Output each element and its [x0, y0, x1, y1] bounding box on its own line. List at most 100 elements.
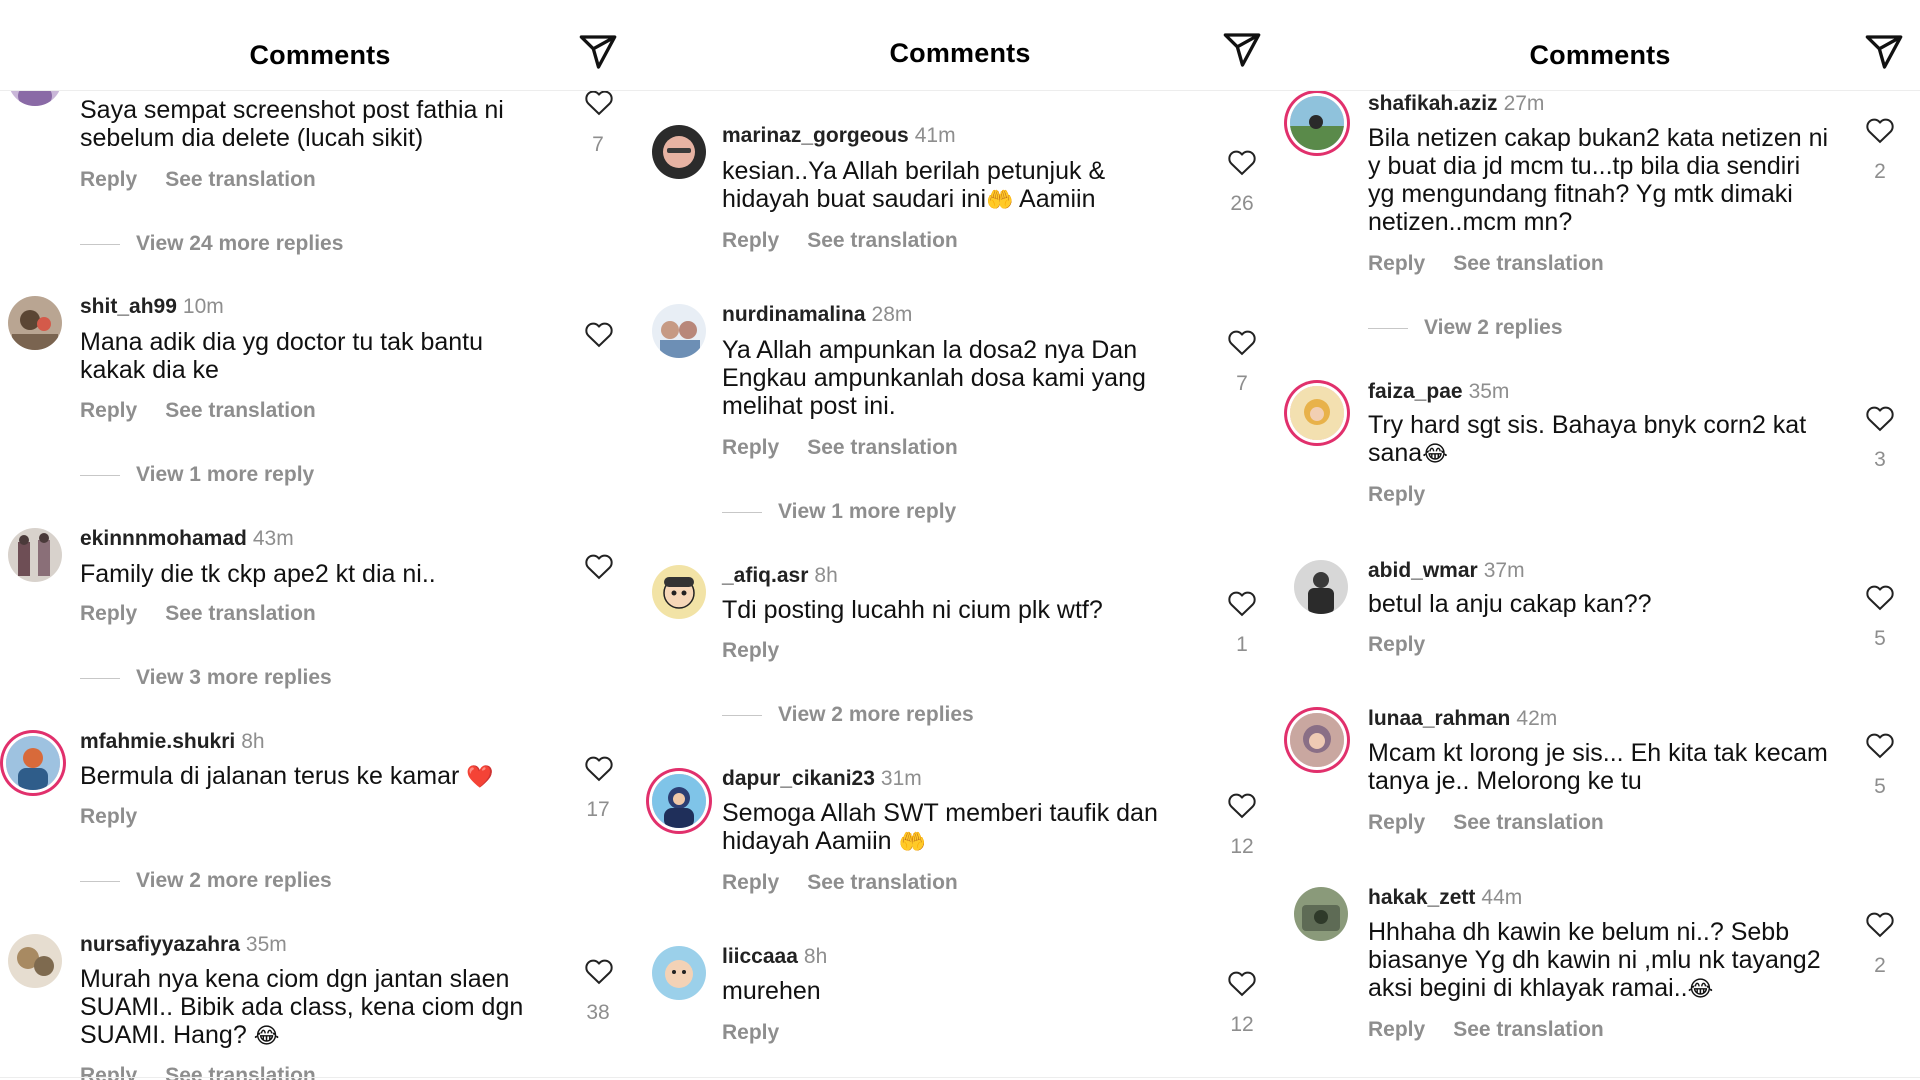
heart-outline-icon[interactable] [1865, 731, 1895, 759]
username[interactable]: shit_ah99 [80, 295, 177, 318]
heart-outline-icon[interactable] [1227, 148, 1257, 176]
heart-outline-icon[interactable] [1865, 116, 1895, 144]
heart-outline-icon[interactable] [1865, 910, 1895, 938]
comment-text-content: Semoga Allah SWT memberi taufik dan hida… [722, 799, 1158, 855]
like-count: 12 [1230, 1013, 1254, 1036]
send-icon[interactable] [1222, 30, 1262, 70]
view-replies-button[interactable]: View 1 more reply [80, 463, 314, 487]
view-replies-button[interactable]: View 2 more replies [722, 703, 974, 727]
heart-outline-icon[interactable] [584, 754, 614, 782]
comments-panel-3: shafikah.aziz 27m 2 Bila netizen cakap bu… [1280, 0, 1920, 1080]
reply-button[interactable]: Reply [80, 805, 137, 828]
reply-button[interactable]: Reply [722, 436, 779, 459]
reply-button[interactable]: Reply [1368, 1018, 1425, 1041]
view-replies-button[interactable]: View 3 more replies [80, 666, 332, 690]
heart-outline-icon[interactable] [584, 88, 614, 116]
divider [640, 1077, 1280, 1078]
comment-meta: nursafiyyazahra 35m [80, 933, 287, 957]
timestamp: 44m [1481, 886, 1523, 909]
avatar[interactable] [1290, 96, 1344, 150]
comment-actions: Reply [722, 1021, 779, 1045]
avatar[interactable] [652, 125, 706, 179]
username[interactable]: hakak_zett [1368, 886, 1475, 909]
avatar[interactable] [652, 774, 706, 828]
comments-list[interactable]: marinaz_gorgeous 41m 26 kesian..Ya Allah … [640, 0, 1280, 1080]
timestamp: 27m [1503, 92, 1545, 115]
avatar[interactable] [8, 934, 62, 988]
see-translation-button[interactable]: See translation [1453, 252, 1604, 275]
username[interactable]: nursafiyyazahra [80, 933, 240, 956]
timestamp: 8h [814, 564, 838, 587]
username[interactable]: liiccaaa [722, 945, 798, 968]
reply-button[interactable]: Reply [722, 229, 779, 252]
reply-button[interactable]: Reply [1368, 252, 1425, 275]
heart-outline-icon[interactable] [1227, 791, 1257, 819]
reply-button[interactable]: Reply [722, 639, 779, 662]
avatar[interactable] [1290, 713, 1344, 767]
comment-actions: Reply See translation [80, 399, 316, 423]
comments-list[interactable]: shafikah.aziz 27m 2 Bila netizen cakap bu… [1280, 0, 1920, 1080]
comment-meta: ekinnnmohamad 43m [80, 527, 294, 551]
see-translation-button[interactable]: See translation [807, 229, 958, 252]
comments-list[interactable]: Saya sempat screenshot post fathia ni se… [0, 0, 640, 1080]
praying-hands-emoji: 🤲 [898, 830, 926, 855]
reply-button[interactable]: Reply [1368, 811, 1425, 834]
username[interactable]: marinaz_gorgeous [722, 124, 909, 147]
username[interactable]: nurdinamalina [722, 303, 866, 326]
see-translation-button[interactable]: See translation [1453, 1018, 1604, 1041]
avatar[interactable] [1294, 887, 1348, 941]
reply-button[interactable]: Reply [1368, 483, 1425, 506]
avatar[interactable] [1290, 386, 1344, 440]
see-translation-button[interactable]: See translation [807, 871, 958, 894]
see-translation-button[interactable]: See translation [165, 602, 316, 625]
comment-meta: _afiq.asr 8h [722, 564, 838, 588]
avatar[interactable] [1294, 560, 1348, 614]
comment-actions: Reply See translation [80, 602, 316, 626]
avatar[interactable] [6, 736, 60, 790]
username[interactable]: faiza_pae [1368, 380, 1463, 403]
username[interactable]: _afiq.asr [722, 564, 808, 587]
heart-outline-icon[interactable] [1227, 969, 1257, 997]
see-translation-button[interactable]: See translation [165, 399, 316, 422]
avatar[interactable] [652, 946, 706, 1000]
heart-outline-icon[interactable] [1865, 583, 1895, 611]
view-replies-button[interactable]: View 1 more reply [722, 500, 956, 524]
avatar[interactable] [652, 565, 706, 619]
view-replies-button[interactable]: View 2 replies [1368, 316, 1563, 340]
reply-button[interactable]: Reply [80, 602, 137, 625]
see-translation-button[interactable]: See translation [1453, 811, 1604, 834]
username[interactable]: ekinnnmohamad [80, 527, 247, 550]
view-replies-button[interactable]: View 24 more replies [80, 232, 343, 256]
heart-outline-icon[interactable] [1227, 328, 1257, 356]
page-title: Comments [889, 38, 1031, 68]
heart-outline-icon[interactable] [1865, 404, 1895, 432]
heart-outline-icon[interactable] [1227, 589, 1257, 617]
like-count: 1 [1236, 633, 1248, 656]
send-icon[interactable] [578, 32, 618, 72]
reply-button[interactable]: Reply [80, 168, 137, 191]
see-translation-button[interactable]: See translation [165, 168, 316, 191]
heart-outline-icon[interactable] [584, 320, 614, 348]
view-replies-button[interactable]: View 2 more replies [80, 869, 332, 893]
username[interactable]: abid_wmar [1368, 559, 1478, 582]
avatar[interactable] [8, 528, 62, 582]
heart-outline-icon[interactable] [584, 957, 614, 985]
reply-button[interactable]: Reply [80, 399, 137, 422]
comment-meta: mfahmie.shukri 8h [80, 730, 265, 754]
panel-header: Comments [0, 0, 640, 91]
comment-meta: nurdinamalina 28m [722, 303, 912, 327]
username[interactable]: dapur_cikani23 [722, 767, 875, 790]
username[interactable]: mfahmie.shukri [80, 730, 235, 753]
see-translation-button[interactable]: See translation [807, 436, 958, 459]
reply-button[interactable]: Reply [1368, 633, 1425, 656]
send-icon[interactable] [1864, 32, 1904, 72]
avatar[interactable] [652, 304, 706, 358]
reply-button[interactable]: Reply [722, 871, 779, 894]
heart-outline-icon[interactable] [584, 552, 614, 580]
username[interactable]: shafikah.aziz [1368, 92, 1498, 115]
like-count: 3 [1874, 448, 1886, 471]
reply-button[interactable]: Reply [722, 1021, 779, 1044]
timestamp: 35m [245, 933, 287, 956]
avatar[interactable] [8, 296, 62, 350]
username[interactable]: lunaa_rahman [1368, 707, 1510, 730]
